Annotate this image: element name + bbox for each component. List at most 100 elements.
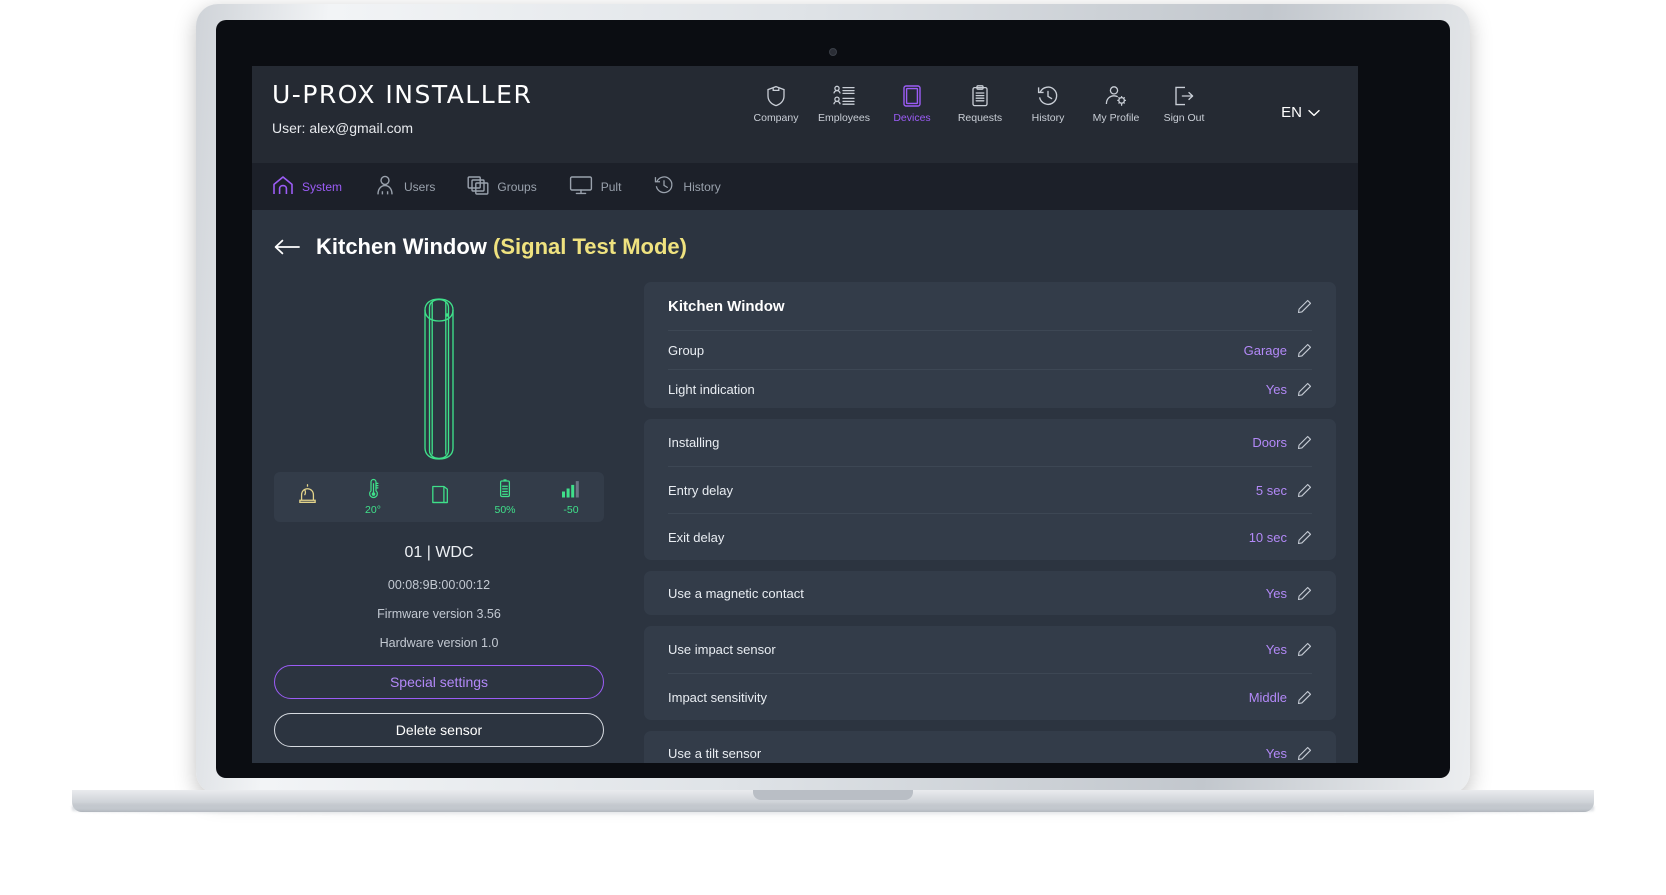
edit-pencil-icon[interactable] bbox=[1297, 483, 1312, 498]
edit-pencil-icon[interactable] bbox=[1297, 435, 1312, 450]
settings-card-title: Kitchen Window bbox=[668, 297, 785, 315]
sidebar-item-label: Groups bbox=[497, 179, 537, 194]
laptop-frame: U-PROX INSTALLER User: alex@gmail.com Co… bbox=[196, 4, 1470, 794]
laptop-bezel: U-PROX INSTALLER User: alex@gmail.com Co… bbox=[216, 20, 1450, 778]
device-hardware-label: Hardware version 1.0 bbox=[379, 636, 499, 650]
settings-row-right: 10 sec bbox=[1249, 530, 1312, 545]
top-nav-item-my-profile[interactable]: My Profile bbox=[1082, 84, 1150, 124]
laptop-base-notch bbox=[753, 790, 913, 800]
settings-row-impact-sensitivity[interactable]: Impact sensitivity Middle bbox=[668, 673, 1312, 720]
settings-row-value: 10 sec bbox=[1248, 529, 1287, 545]
edit-pencil-icon[interactable] bbox=[1297, 690, 1312, 705]
edit-pencil-icon[interactable] bbox=[1297, 530, 1312, 545]
top-nav-item-devices[interactable]: Devices bbox=[878, 84, 946, 124]
top-nav-label: My Profile bbox=[1092, 112, 1140, 124]
window-icon bbox=[429, 484, 450, 510]
device-name-label: 01 | WDC bbox=[404, 544, 474, 561]
siren-icon bbox=[297, 483, 318, 510]
settings-row-right: Yes bbox=[1266, 746, 1312, 761]
profile-gear-icon bbox=[1104, 84, 1128, 108]
sub-navigation: System Users Groups Pult History bbox=[252, 163, 1358, 210]
settings-row-label: Exit delay bbox=[668, 529, 725, 545]
settings-row-label: Light indication bbox=[668, 381, 755, 397]
page-body: Kitchen Window (Signal Test Mode) 20° 50… bbox=[252, 210, 1358, 763]
page-title-row: Kitchen Window (Signal Test Mode) bbox=[274, 210, 1336, 282]
shield-icon bbox=[766, 84, 786, 108]
settings-row-label: Use a magnetic contact bbox=[668, 585, 804, 601]
app-header: U-PROX INSTALLER User: alex@gmail.com Co… bbox=[252, 66, 1358, 163]
top-nav-label: Employees bbox=[818, 112, 870, 124]
edit-pencil-icon[interactable] bbox=[1297, 586, 1312, 601]
settings-row-value: Garage bbox=[1243, 342, 1287, 358]
device-meta: 01 | WDC 00:08:9B:00:00:12 Firmware vers… bbox=[274, 544, 604, 650]
settings-row-right: Middle bbox=[1249, 690, 1312, 705]
top-nav-item-requests[interactable]: Requests bbox=[946, 84, 1014, 124]
settings-card-tilt-sensor: Use a tilt sensor Yes bbox=[644, 731, 1336, 763]
settings-row-use-impact-sensor[interactable]: Use impact sensor Yes bbox=[668, 626, 1312, 673]
edit-pencil-icon[interactable] bbox=[1297, 382, 1312, 397]
status-cell-temperature: 20° bbox=[340, 478, 406, 516]
settings-row-value: Doors bbox=[1252, 435, 1287, 450]
signal-icon bbox=[561, 478, 581, 504]
edit-pencil-icon[interactable] bbox=[1297, 746, 1312, 761]
sidebar-item-label: System bbox=[302, 179, 343, 194]
settings-row-value: Yes bbox=[1265, 745, 1287, 761]
top-navigation: Company Employees Devices Requests Histo… bbox=[742, 84, 1218, 124]
user-icon bbox=[374, 175, 396, 198]
status-cell-window bbox=[406, 484, 472, 511]
settings-row-entry-delay[interactable]: Entry delay 5 sec bbox=[668, 466, 1312, 513]
settings-row-magnetic-contact[interactable]: Use a magnetic contact Yes bbox=[668, 571, 1312, 615]
top-nav-item-history[interactable]: History bbox=[1014, 84, 1082, 124]
top-nav-item-sign-out[interactable]: Sign Out bbox=[1150, 84, 1218, 124]
status-cell-signal: -50 bbox=[538, 478, 604, 516]
page-title: Kitchen Window (Signal Test Mode) bbox=[316, 234, 687, 260]
sign-out-icon bbox=[1173, 84, 1195, 108]
special-settings-button[interactable]: Special settings bbox=[274, 665, 604, 699]
settings-row-right: Garage bbox=[1244, 343, 1312, 358]
settings-row-right: Yes bbox=[1266, 586, 1312, 601]
top-nav-item-company[interactable]: Company bbox=[742, 84, 810, 124]
top-nav-label: Sign Out bbox=[1163, 112, 1205, 124]
top-nav-item-employees[interactable]: Employees bbox=[810, 84, 878, 124]
status-value: 50% bbox=[494, 504, 516, 517]
language-selector[interactable]: EN bbox=[1281, 104, 1320, 121]
edit-pencil-icon[interactable] bbox=[1297, 299, 1312, 314]
edit-pencil-icon[interactable] bbox=[1297, 343, 1312, 358]
settings-row-right: 5 sec bbox=[1256, 483, 1312, 498]
sidebar-item-history[interactable]: History bbox=[653, 175, 721, 198]
settings-row-tilt-sensor[interactable]: Use a tilt sensor Yes bbox=[668, 731, 1312, 763]
status-value: 20° bbox=[365, 504, 381, 517]
top-nav-label: Company bbox=[753, 112, 799, 124]
settings-row-group[interactable]: Group Garage bbox=[668, 330, 1312, 369]
battery-icon bbox=[498, 478, 512, 504]
window-sensor-3d bbox=[274, 282, 604, 472]
top-nav-label: Devices bbox=[893, 112, 931, 124]
settings-row-label: Impact sensitivity bbox=[668, 689, 767, 705]
settings-panel: Kitchen Window Group Garage Light indica… bbox=[644, 282, 1336, 763]
settings-row-exit-delay[interactable]: Exit delay 10 sec bbox=[668, 513, 1312, 560]
device-panel: 20° 50% -50 01 | WDC 00:08:9B:00:00:12 F… bbox=[274, 282, 604, 763]
settings-row-right: Doors bbox=[1252, 435, 1312, 450]
groups-icon bbox=[467, 175, 489, 198]
settings-row-installing[interactable]: Installing Doors bbox=[668, 419, 1312, 466]
settings-card-installation: Installing Doors Entry delay 5 sec Exit … bbox=[644, 419, 1336, 560]
monitor-icon bbox=[569, 175, 593, 198]
delete-sensor-button[interactable]: Delete sensor bbox=[274, 713, 604, 747]
top-nav-label: Requests bbox=[957, 112, 1003, 124]
settings-row-right: Yes bbox=[1266, 382, 1312, 397]
brand-block: U-PROX INSTALLER User: alex@gmail.com bbox=[272, 82, 532, 136]
sidebar-item-users[interactable]: Users bbox=[374, 175, 435, 198]
settings-card-general: Kitchen Window Group Garage Light indica… bbox=[644, 282, 1336, 408]
sidebar-item-groups[interactable]: Groups bbox=[467, 175, 537, 198]
sidebar-item-pult[interactable]: Pult bbox=[569, 175, 621, 198]
settings-row-right: Yes bbox=[1266, 642, 1312, 657]
sidebar-item-system[interactable]: System bbox=[272, 175, 342, 198]
settings-row-light-indication[interactable]: Light indication Yes bbox=[668, 369, 1312, 408]
employees-icon bbox=[832, 84, 856, 108]
settings-row-value: Yes bbox=[1265, 381, 1287, 397]
settings-card-magnetic-contact: Use a magnetic contact Yes bbox=[644, 571, 1336, 615]
back-arrow-icon[interactable] bbox=[274, 239, 300, 255]
edit-pencil-icon[interactable] bbox=[1297, 642, 1312, 657]
settings-row-label: Installing bbox=[668, 435, 720, 450]
settings-row-label: Entry delay bbox=[668, 482, 734, 498]
